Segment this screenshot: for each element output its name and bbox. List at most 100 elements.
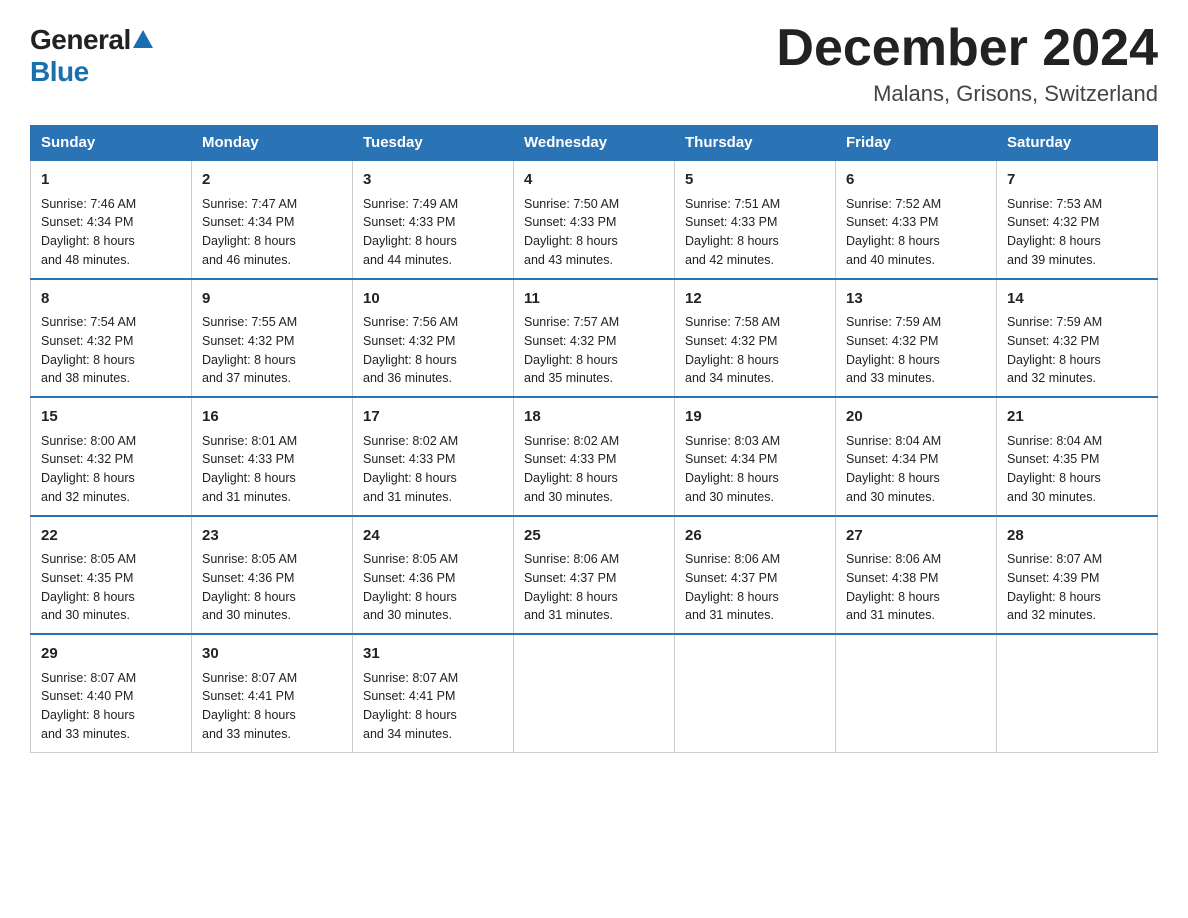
- sunset-label: Sunset: 4:32 PM: [363, 334, 455, 348]
- daylight-label: Daylight: 8 hours: [41, 708, 135, 722]
- day-number: 7: [1007, 169, 1147, 192]
- day-number: 26: [685, 525, 825, 548]
- daylight-minutes: and 33 minutes.: [846, 371, 935, 385]
- day-number: 9: [202, 288, 342, 311]
- calendar-cell: 27Sunrise: 8:06 AMSunset: 4:38 PMDayligh…: [836, 516, 997, 635]
- sunset-label: Sunset: 4:41 PM: [363, 689, 455, 703]
- day-number: 28: [1007, 525, 1147, 548]
- daylight-minutes: and 31 minutes.: [846, 608, 935, 622]
- calendar-cell: 3Sunrise: 7:49 AMSunset: 4:33 PMDaylight…: [353, 160, 514, 279]
- day-number: 18: [524, 406, 664, 429]
- logo-general-text: General: [30, 24, 153, 56]
- title-section: December 2024 Malans, Grisons, Switzerla…: [776, 20, 1158, 107]
- daylight-minutes: and 34 minutes.: [363, 727, 452, 741]
- calendar-cell: 17Sunrise: 8:02 AMSunset: 4:33 PMDayligh…: [353, 397, 514, 516]
- calendar-cell: 30Sunrise: 8:07 AMSunset: 4:41 PMDayligh…: [192, 634, 353, 752]
- sunset-label: Sunset: 4:33 PM: [363, 452, 455, 466]
- day-number: 20: [846, 406, 986, 429]
- daylight-minutes: and 32 minutes.: [41, 490, 130, 504]
- day-number: 12: [685, 288, 825, 311]
- daylight-minutes: and 46 minutes.: [202, 253, 291, 267]
- day-number: 30: [202, 643, 342, 666]
- sunrise-label: Sunrise: 7:50 AM: [524, 197, 619, 211]
- day-number: 31: [363, 643, 503, 666]
- day-number: 16: [202, 406, 342, 429]
- daylight-minutes: and 35 minutes.: [524, 371, 613, 385]
- sunrise-label: Sunrise: 8:01 AM: [202, 434, 297, 448]
- day-number: 14: [1007, 288, 1147, 311]
- daylight-minutes: and 31 minutes.: [524, 608, 613, 622]
- sunrise-label: Sunrise: 7:52 AM: [846, 197, 941, 211]
- day-number: 5: [685, 169, 825, 192]
- sunset-label: Sunset: 4:35 PM: [41, 571, 133, 585]
- sunrise-label: Sunrise: 7:56 AM: [363, 315, 458, 329]
- calendar-cell: 26Sunrise: 8:06 AMSunset: 4:37 PMDayligh…: [675, 516, 836, 635]
- daylight-minutes: and 30 minutes.: [685, 490, 774, 504]
- calendar-cell: 13Sunrise: 7:59 AMSunset: 4:32 PMDayligh…: [836, 279, 997, 398]
- sunrise-label: Sunrise: 8:03 AM: [685, 434, 780, 448]
- sunrise-label: Sunrise: 7:57 AM: [524, 315, 619, 329]
- page-header: General Blue December 2024 Malans, Griso…: [30, 20, 1158, 107]
- calendar-cell: 20Sunrise: 8:04 AMSunset: 4:34 PMDayligh…: [836, 397, 997, 516]
- sunset-label: Sunset: 4:33 PM: [202, 452, 294, 466]
- calendar-cell: 12Sunrise: 7:58 AMSunset: 4:32 PMDayligh…: [675, 279, 836, 398]
- header-sunday: Sunday: [31, 126, 192, 161]
- sunset-label: Sunset: 4:32 PM: [1007, 215, 1099, 229]
- calendar-cell: 15Sunrise: 8:00 AMSunset: 4:32 PMDayligh…: [31, 397, 192, 516]
- sunset-label: Sunset: 4:33 PM: [685, 215, 777, 229]
- sunset-label: Sunset: 4:32 PM: [202, 334, 294, 348]
- sunrise-label: Sunrise: 8:00 AM: [41, 434, 136, 448]
- day-number: 24: [363, 525, 503, 548]
- day-number: 21: [1007, 406, 1147, 429]
- sunset-label: Sunset: 4:32 PM: [1007, 334, 1099, 348]
- week-row-2: 8Sunrise: 7:54 AMSunset: 4:32 PMDaylight…: [31, 279, 1158, 398]
- sunrise-label: Sunrise: 8:06 AM: [685, 552, 780, 566]
- header-friday: Friday: [836, 126, 997, 161]
- sunset-label: Sunset: 4:36 PM: [363, 571, 455, 585]
- calendar-cell: 24Sunrise: 8:05 AMSunset: 4:36 PMDayligh…: [353, 516, 514, 635]
- location-subtitle: Malans, Grisons, Switzerland: [776, 81, 1158, 107]
- sunrise-label: Sunrise: 7:55 AM: [202, 315, 297, 329]
- sunrise-label: Sunrise: 8:05 AM: [363, 552, 458, 566]
- daylight-minutes: and 30 minutes.: [1007, 490, 1096, 504]
- calendar-cell: [836, 634, 997, 752]
- sunset-label: Sunset: 4:34 PM: [202, 215, 294, 229]
- day-number: 29: [41, 643, 181, 666]
- daylight-minutes: and 36 minutes.: [363, 371, 452, 385]
- daylight-minutes: and 30 minutes.: [41, 608, 130, 622]
- days-header-row: Sunday Monday Tuesday Wednesday Thursday…: [31, 126, 1158, 161]
- daylight-label: Daylight: 8 hours: [846, 353, 940, 367]
- calendar-cell: 6Sunrise: 7:52 AMSunset: 4:33 PMDaylight…: [836, 160, 997, 279]
- daylight-label: Daylight: 8 hours: [363, 471, 457, 485]
- sunset-label: Sunset: 4:32 PM: [41, 452, 133, 466]
- calendar-cell: [514, 634, 675, 752]
- daylight-minutes: and 33 minutes.: [202, 727, 291, 741]
- calendar-cell: 7Sunrise: 7:53 AMSunset: 4:32 PMDaylight…: [997, 160, 1158, 279]
- week-row-1: 1Sunrise: 7:46 AMSunset: 4:34 PMDaylight…: [31, 160, 1158, 279]
- sunset-label: Sunset: 4:32 PM: [524, 334, 616, 348]
- sunrise-label: Sunrise: 8:06 AM: [846, 552, 941, 566]
- calendar-cell: 8Sunrise: 7:54 AMSunset: 4:32 PMDaylight…: [31, 279, 192, 398]
- month-title: December 2024: [776, 20, 1158, 77]
- daylight-minutes: and 43 minutes.: [524, 253, 613, 267]
- calendar-cell: 22Sunrise: 8:05 AMSunset: 4:35 PMDayligh…: [31, 516, 192, 635]
- day-number: 19: [685, 406, 825, 429]
- sunrise-label: Sunrise: 8:07 AM: [363, 671, 458, 685]
- calendar-cell: [997, 634, 1158, 752]
- calendar-cell: 10Sunrise: 7:56 AMSunset: 4:32 PMDayligh…: [353, 279, 514, 398]
- daylight-minutes: and 30 minutes.: [524, 490, 613, 504]
- daylight-label: Daylight: 8 hours: [202, 590, 296, 604]
- calendar-cell: 4Sunrise: 7:50 AMSunset: 4:33 PMDaylight…: [514, 160, 675, 279]
- daylight-label: Daylight: 8 hours: [41, 590, 135, 604]
- daylight-label: Daylight: 8 hours: [846, 234, 940, 248]
- calendar-cell: 25Sunrise: 8:06 AMSunset: 4:37 PMDayligh…: [514, 516, 675, 635]
- header-wednesday: Wednesday: [514, 126, 675, 161]
- daylight-minutes: and 42 minutes.: [685, 253, 774, 267]
- sunrise-label: Sunrise: 7:54 AM: [41, 315, 136, 329]
- day-number: 11: [524, 288, 664, 311]
- day-number: 3: [363, 169, 503, 192]
- sunrise-label: Sunrise: 8:07 AM: [41, 671, 136, 685]
- week-row-3: 15Sunrise: 8:00 AMSunset: 4:32 PMDayligh…: [31, 397, 1158, 516]
- daylight-minutes: and 44 minutes.: [363, 253, 452, 267]
- sunrise-label: Sunrise: 8:02 AM: [524, 434, 619, 448]
